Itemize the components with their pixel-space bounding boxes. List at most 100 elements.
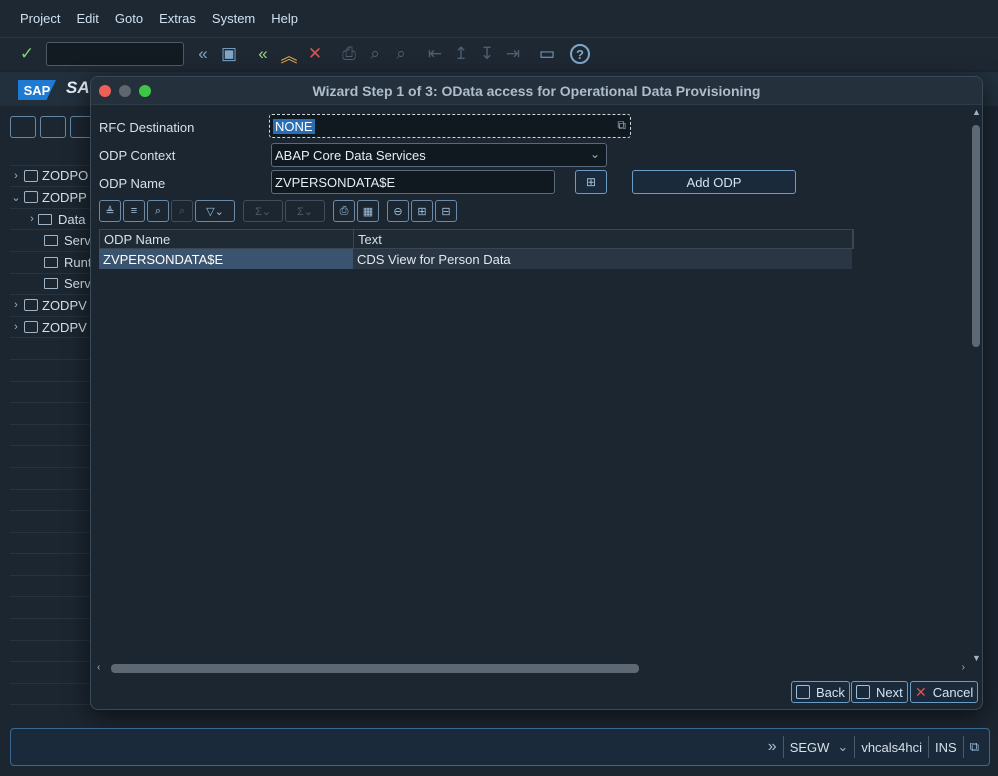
tree-item[interactable]: Serv (10, 230, 100, 252)
horizontal-scroll-thumb[interactable] (111, 664, 639, 673)
spreadsheet-icon[interactable]: ▦ (357, 200, 379, 222)
sort-descending-icon[interactable]: ≡ (123, 200, 145, 222)
tree-item[interactable]: Serv (10, 274, 100, 296)
column-header-odp-name[interactable]: ODP Name (100, 230, 354, 248)
tree-row (10, 641, 100, 663)
project-icon (24, 299, 38, 312)
find-icon[interactable]: ⌕ (364, 43, 386, 65)
vertical-scroll-thumb[interactable] (972, 125, 980, 347)
tree-row (10, 554, 100, 576)
menu-system[interactable]: System (212, 11, 255, 26)
tree-row (10, 597, 100, 620)
zoom-window-button[interactable] (139, 85, 151, 97)
back-icon (796, 685, 810, 699)
deselect-all-icon[interactable]: ⊟ (435, 200, 457, 222)
horizontal-scrollbar[interactable]: ‹ › (91, 662, 971, 674)
save-icon[interactable]: ▣ (218, 43, 240, 65)
menu-extras[interactable]: Extras (159, 11, 196, 26)
tree-item[interactable]: › ZODPO (10, 166, 100, 188)
hierarchy-button[interactable]: ⊞ (575, 170, 607, 194)
first-page-icon[interactable]: ⇤ (424, 43, 446, 65)
layout-icon[interactable]: ⧉ (970, 739, 979, 755)
find-next-icon[interactable]: ⌕ (390, 43, 412, 65)
project-icon (24, 321, 38, 334)
menu-project[interactable]: Project (20, 11, 60, 26)
back-double-icon[interactable]: « (192, 43, 214, 65)
minimize-window-button[interactable] (119, 85, 131, 97)
tree-item[interactable]: › ZODPV (10, 317, 100, 339)
cell-text[interactable]: CDS View for Person Data (353, 249, 852, 269)
expand-status-icon[interactable]: » (768, 738, 777, 756)
odp-name-value: ZVPERSONDATA$E (275, 174, 396, 190)
tree-row (10, 576, 100, 598)
help-icon[interactable]: ? (570, 44, 590, 64)
cell-odp-name[interactable]: ZVPERSONDATA$E (99, 249, 353, 269)
odp-name-input[interactable]: ZVPERSONDATA$E (271, 170, 555, 194)
search-icon[interactable]: ⌕ (147, 200, 169, 222)
sort-ascending-icon[interactable]: ≜ (99, 200, 121, 222)
last-page-icon[interactable]: ⇥ (502, 43, 524, 65)
tree-tool-button[interactable] (10, 116, 36, 138)
next-button[interactable]: Next (851, 681, 908, 703)
close-window-button[interactable] (99, 85, 111, 97)
chevron-right-icon[interactable]: › (26, 213, 38, 225)
back-icon[interactable]: « (252, 43, 274, 65)
cancel-icon[interactable]: ✕ (304, 43, 326, 65)
tree-item[interactable]: Runt (10, 252, 100, 274)
print-icon[interactable]: ⎙ (333, 200, 355, 222)
search-next-icon[interactable]: ⌕ (171, 200, 193, 222)
tree-item-label: ZODPV (42, 319, 87, 335)
cancel-button[interactable]: ✕ Cancel (910, 681, 979, 703)
rfc-destination-label: RFC Destination (99, 120, 195, 135)
chevron-down-icon[interactable]: ⌄ (837, 739, 848, 755)
vertical-scrollbar[interactable]: ▲ ▼ (970, 107, 982, 663)
tree-item-label: Serv (64, 276, 91, 292)
next-label: Next (876, 684, 903, 700)
subtotal-icon[interactable]: Σ⌄ (285, 200, 325, 222)
menu-edit[interactable]: Edit (76, 11, 98, 26)
chevron-right-icon[interactable]: › (10, 299, 22, 311)
rfc-destination-field[interactable]: NONE ⧉ (269, 114, 631, 138)
menu-help[interactable]: Help (271, 11, 298, 26)
tree-row (10, 511, 100, 533)
odp-context-label: ODP Context (99, 148, 176, 163)
tree-tool-button[interactable] (40, 116, 66, 138)
filter-icon[interactable]: ▽⌄ (195, 200, 235, 222)
odp-context-value: ABAP Core Data Services (275, 147, 426, 163)
remove-icon[interactable]: ⊖ (387, 200, 409, 222)
back-button[interactable]: Back (791, 681, 850, 703)
tree-item[interactable]: › ZODPV (10, 295, 100, 317)
table-row[interactable]: ZVPERSONDATA$E CDS View for Person Data (99, 249, 854, 269)
next-icon (856, 685, 870, 699)
odp-context-select[interactable]: ABAP Core Data Services ⌄ (271, 143, 607, 167)
scroll-right-icon[interactable]: › (962, 662, 965, 673)
prev-page-icon[interactable]: ↥ (450, 43, 472, 65)
next-page-icon[interactable]: ↧ (476, 43, 498, 65)
chevron-right-icon[interactable]: › (10, 321, 22, 333)
command-field[interactable] (46, 42, 184, 66)
add-odp-button[interactable]: Add ODP (632, 170, 796, 194)
scroll-up-icon[interactable]: ▲ (972, 107, 981, 117)
check-icon[interactable]: ✓ (16, 43, 38, 65)
scroll-down-icon[interactable]: ▼ (972, 653, 981, 663)
sum-icon[interactable]: Σ⌄ (243, 200, 283, 222)
app-title: SA (66, 78, 90, 97)
column-header-text[interactable]: Text (354, 230, 853, 248)
tree-item[interactable]: › Data (10, 209, 100, 231)
scroll-left-icon[interactable]: ‹ (97, 662, 100, 673)
up-icon[interactable]: ︽ (278, 43, 300, 66)
menu-goto[interactable]: Goto (115, 11, 143, 26)
chevron-down-icon[interactable]: ⌄ (10, 191, 22, 204)
print-icon[interactable]: ⎙ (338, 43, 360, 65)
tree-item[interactable]: ⌄ ZODPP (10, 187, 100, 209)
value-help-icon[interactable]: ⧉ (617, 118, 626, 133)
folder-icon (44, 278, 58, 290)
select-all-icon[interactable]: ⊞ (411, 200, 433, 222)
status-info: » SEGW ⌄ vhcals4hci INS ⧉ (768, 729, 979, 765)
chevron-right-icon[interactable]: › (10, 170, 22, 182)
back-label: Back (816, 684, 845, 700)
chevron-down-icon[interactable]: ⌄ (590, 147, 600, 161)
layout-icon[interactable]: ▭ (536, 43, 558, 65)
folder-icon (44, 235, 58, 247)
cancel-label: Cancel (932, 684, 974, 700)
